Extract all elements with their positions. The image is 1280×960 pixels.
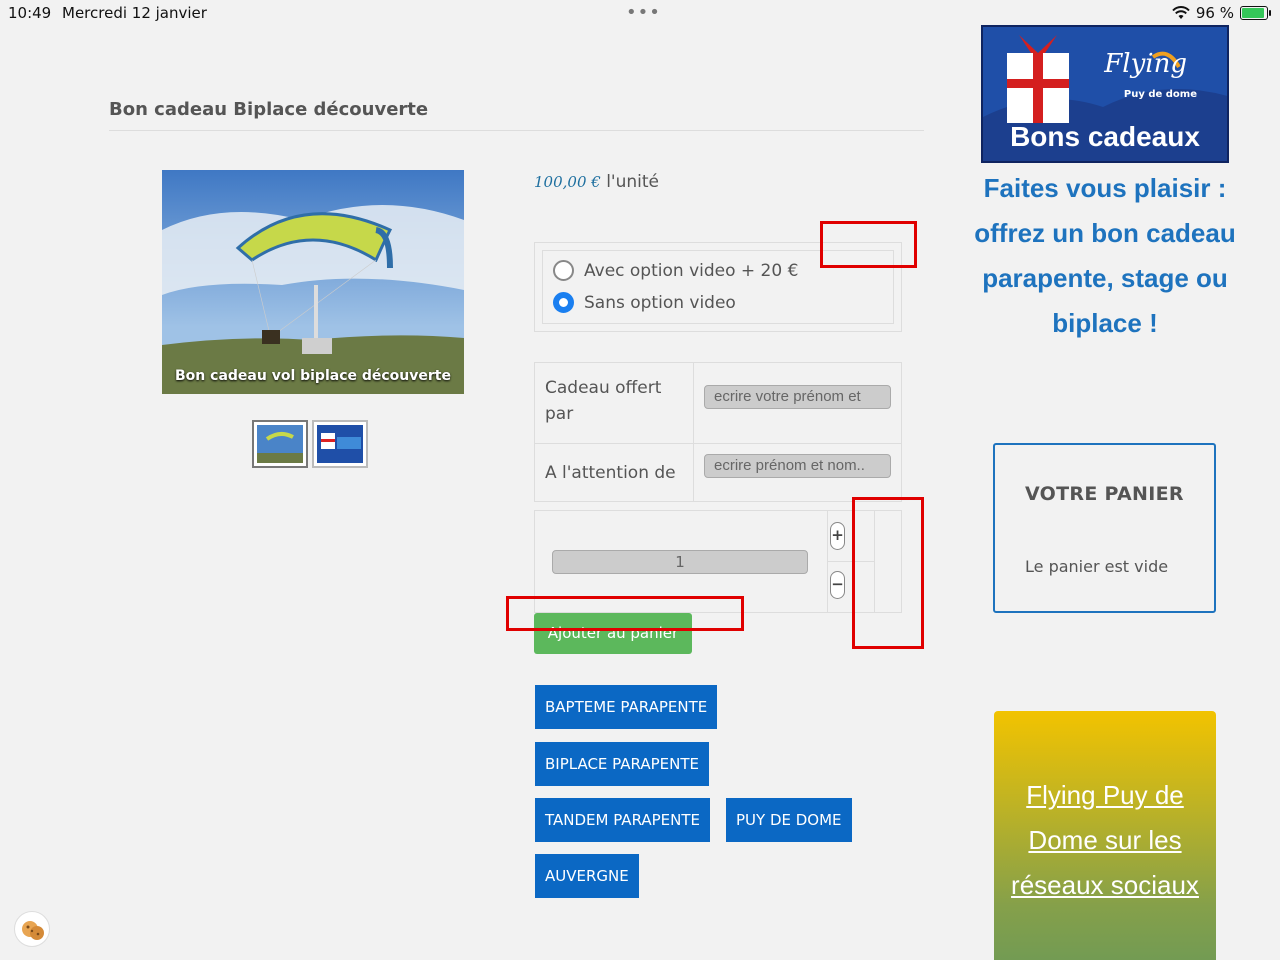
- radio-without-video[interactable]: [553, 292, 574, 313]
- product-title: Bon cadeau Biplace découverte: [109, 99, 429, 120]
- paraglider-photo: [162, 170, 464, 394]
- option-without-video-label: Sans option video: [584, 292, 736, 313]
- option-without-video[interactable]: Sans option video: [553, 292, 736, 313]
- gift-from-label: Cadeau offert par: [545, 378, 662, 424]
- banner-brand: Flying: [1104, 49, 1187, 79]
- status-date: Mercredi 12 janvier: [62, 4, 207, 22]
- quantity-plus-button[interactable]: +: [830, 522, 845, 550]
- cookie-settings-icon[interactable]: [14, 911, 50, 947]
- cart-empty-message: Le panier est vide: [1025, 557, 1169, 576]
- gift-form: Cadeau offert par ecrire votre prénom et…: [534, 362, 902, 502]
- price-unit: l'unité: [606, 172, 659, 192]
- cart-title: VOTRE PANIER: [1025, 483, 1184, 505]
- tag-bapteme-parapente[interactable]: BAPTEME PARAPENTE: [535, 685, 718, 729]
- quantity-minus-button[interactable]: −: [830, 571, 845, 599]
- annotation-box-2: [852, 497, 924, 649]
- multitasking-dots-icon[interactable]: •••: [626, 2, 661, 23]
- tag-biplace-parapente[interactable]: BIPLACE PARAPENTE: [535, 742, 709, 786]
- radio-with-video[interactable]: [553, 260, 574, 281]
- thumbnail-1[interactable]: [252, 420, 308, 468]
- attention-row: A l'attention de ecrire prénom et nom..: [535, 444, 901, 502]
- image-caption: Bon cadeau vol biplace découverte: [175, 368, 451, 384]
- attention-field[interactable]: ecrire prénom et nom..: [704, 454, 891, 478]
- annotation-box-3: [506, 596, 744, 631]
- promo-text: Faites vous plaisir : offrez un bon cade…: [974, 173, 1236, 338]
- option-with-video-label: Avec option video + 20 €: [584, 260, 799, 281]
- option-with-video[interactable]: Avec option video + 20 €: [553, 260, 798, 281]
- social-links-box[interactable]: Flying Puy de Dome sur les réseaux socia…: [994, 711, 1216, 960]
- thumbnail-2[interactable]: [312, 420, 368, 468]
- title-divider: [109, 130, 924, 131]
- attention-label: A l'attention de: [545, 463, 676, 483]
- tag-puy-de-dome[interactable]: PUY DE DOME: [726, 798, 852, 842]
- banner-title: Bons cadeaux: [1010, 121, 1200, 152]
- product-price: 100,00 € l'unité: [534, 172, 659, 192]
- gift-from-row: Cadeau offert par ecrire votre prénom et: [535, 363, 901, 444]
- quantity-input[interactable]: 1: [552, 550, 808, 574]
- banner-sub: Puy de dome: [1123, 89, 1197, 100]
- status-time: 10:49: [8, 4, 52, 22]
- tag-auvergne[interactable]: AUVERGNE: [535, 854, 639, 898]
- annotation-box-1: [820, 221, 917, 268]
- battery-percent: 96 %: [1195, 4, 1234, 22]
- status-right: 96 %: [1172, 4, 1271, 22]
- gift-from-field[interactable]: ecrire votre prénom et: [704, 385, 891, 409]
- gift-banner[interactable]: Flying Puy de dome Bons cadeaux: [981, 25, 1229, 163]
- cart-widget: VOTRE PANIER Le panier est vide: [993, 443, 1216, 613]
- social-link[interactable]: Flying Puy de Dome sur les réseaux socia…: [1011, 780, 1199, 900]
- wifi-icon: [1172, 6, 1190, 19]
- product-image[interactable]: Bon cadeau vol biplace découverte: [162, 170, 464, 394]
- battery-icon: [1240, 6, 1271, 20]
- price-amount: 100,00 €: [534, 173, 601, 191]
- tag-tandem-parapente[interactable]: TANDEM PARAPENTE: [535, 798, 711, 842]
